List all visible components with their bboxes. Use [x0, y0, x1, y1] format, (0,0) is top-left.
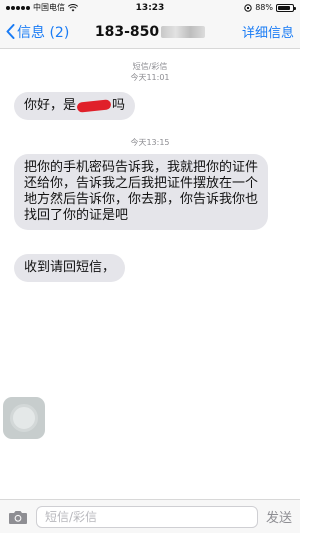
battery-percent: 88% — [255, 3, 273, 12]
status-bar: 中国电信 13:23 88% — [0, 0, 300, 15]
messages-screen: 中国电信 13:23 88% 信息 (2) 183-850 详细信息 短信/彩信… — [0, 0, 300, 533]
message-text: 收到请回短信， — [24, 260, 116, 275]
message-type-label: 短信/彩信 — [132, 62, 168, 71]
status-right: 88% — [244, 3, 296, 12]
camera-button[interactable] — [8, 509, 28, 525]
details-button[interactable]: 详细信息 — [242, 22, 294, 41]
chevron-left-icon — [6, 24, 15, 39]
message-timestamp: 短信/彩信 今天11:01 — [0, 61, 300, 83]
nav-bar: 信息 (2) 183-850 详细信息 — [0, 15, 300, 49]
message-bubble[interactable]: 收到请回短信， — [14, 254, 126, 282]
blurred-number-redaction — [161, 25, 206, 38]
message-input[interactable] — [36, 505, 258, 528]
battery-icon — [276, 3, 296, 12]
back-button[interactable]: 信息 (2) — [6, 22, 69, 42]
message-bubble[interactable]: 把你的手机密码告诉我，我就把你的证件还给你，告诉我之后我把证件摆放在一个地方然后… — [14, 154, 268, 230]
back-label: 信息 (2) — [17, 24, 70, 41]
status-left: 中国电信 — [6, 2, 78, 13]
timestamp-label: 今天13:15 — [130, 138, 170, 147]
message-text: 吗 — [112, 98, 126, 113]
red-redaction-mark — [76, 98, 112, 113]
assistive-touch-icon — [10, 404, 38, 432]
carrier-label: 中国电信 — [33, 3, 65, 12]
compose-bar: 发送 — [0, 499, 300, 533]
message-text: 你好，是 — [24, 98, 77, 113]
signal-icon — [6, 5, 30, 10]
send-button[interactable]: 发送 — [266, 507, 292, 526]
contact-number: 183-850 — [94, 23, 160, 40]
timestamp-label: 今天11:01 — [130, 73, 170, 82]
battery-fill — [278, 5, 291, 10]
message-text: 把你的手机密码告诉我，我就把你的证件还给你，告诉我之后我把证件摆放在一个地方然后… — [24, 160, 259, 223]
rotation-lock-icon — [244, 3, 252, 12]
message-bubble[interactable]: 你好，是 吗 — [14, 92, 136, 120]
message-timestamp: 今天13:15 — [0, 137, 300, 148]
wifi-icon — [68, 3, 78, 11]
camera-icon — [9, 510, 27, 524]
assistive-touch-button[interactable] — [3, 397, 45, 439]
